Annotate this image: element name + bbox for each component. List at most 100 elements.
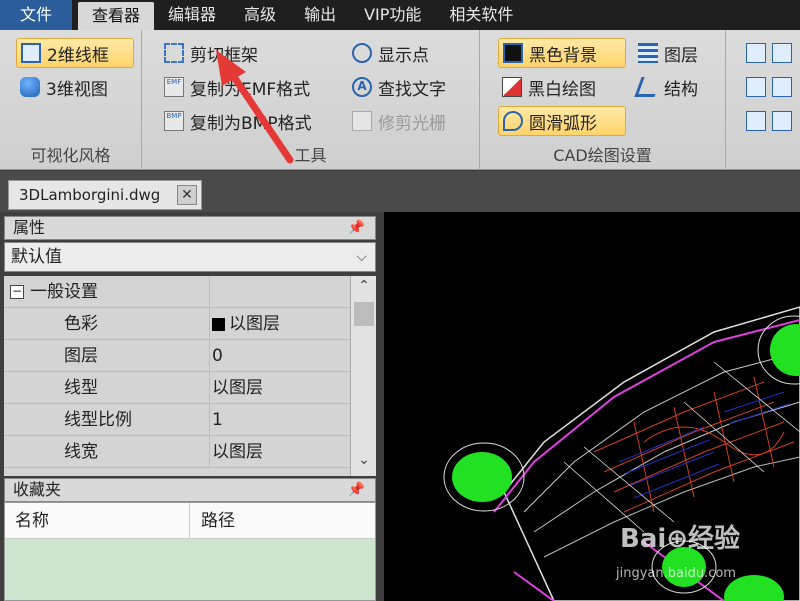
property-scrollbar[interactable]: ⌃ ⌄ bbox=[350, 276, 376, 476]
property-grid: − 一般设置 色彩 以图层 图层 0 线型 以图层 线型比例 1 线宽 以图层 bbox=[4, 276, 350, 476]
structure-label: 结构 bbox=[664, 79, 698, 100]
menu-editor[interactable]: 编辑器 bbox=[154, 0, 230, 30]
property-key: 线型 bbox=[4, 372, 210, 404]
menu-related-software[interactable]: 相关软件 bbox=[435, 0, 527, 30]
favorites-header: 名称 路径 bbox=[5, 503, 375, 539]
document-tab[interactable]: 3DLamborgini.dwg ✕ bbox=[8, 180, 202, 210]
crop-frame-button[interactable]: 剪切框架 bbox=[160, 38, 262, 68]
black-background-button[interactable]: 黑色背景 bbox=[498, 38, 626, 68]
close-icon[interactable]: ✕ bbox=[177, 185, 197, 205]
wireframe-2d-button[interactable]: 2维线框 bbox=[16, 38, 134, 68]
copy-emf-label: 复制为EMF格式 bbox=[190, 79, 311, 100]
menu-vip[interactable]: VIP功能 bbox=[350, 0, 435, 30]
scroll-down-icon[interactable]: ⌄ bbox=[351, 452, 377, 474]
favorites-title-bar: 收藏夹 📌 bbox=[4, 478, 376, 502]
collapse-icon[interactable]: − bbox=[10, 285, 24, 299]
properties-title: 属性 bbox=[13, 218, 46, 237]
find-text-button[interactable]: A 查找文字 bbox=[348, 72, 450, 102]
column-divider bbox=[189, 503, 190, 539]
rotate-icon bbox=[746, 111, 766, 131]
view-3d-label: 3维视图 bbox=[46, 79, 108, 100]
property-key: 图层 bbox=[4, 340, 210, 372]
tool-icon bbox=[746, 77, 766, 97]
group-cad-settings: 黑色背景 黑白绘图 圆滑弧形 图层 结构 CAD绘图设置 bbox=[480, 30, 726, 170]
tool-icon bbox=[772, 43, 792, 63]
section-general-settings[interactable]: − 一般设置 bbox=[4, 276, 350, 308]
raster-icon bbox=[352, 111, 372, 131]
extra-tool-3-button[interactable] bbox=[742, 106, 796, 136]
app-window: 文件 查看器 编辑器 高级 输出 VIP功能 相关软件 2维线框 3维视图 可视… bbox=[0, 0, 800, 601]
box-icon bbox=[21, 43, 41, 63]
favorites-title: 收藏夹 bbox=[13, 480, 62, 499]
bw-icon bbox=[502, 77, 522, 97]
view-3d-button[interactable]: 3维视图 bbox=[16, 72, 112, 102]
scroll-thumb[interactable] bbox=[354, 302, 374, 326]
properties-title-bar: 属性 📌 bbox=[4, 216, 376, 240]
menu-output[interactable]: 输出 bbox=[290, 0, 350, 30]
ribbon: 2维线框 3维视图 可视化风格 剪切框架 EMF 复制为EMF格式 BMP 复制… bbox=[0, 30, 800, 170]
property-row[interactable]: 线宽 以图层 bbox=[4, 436, 350, 468]
show-points-label: 显示点 bbox=[378, 45, 429, 66]
property-key: 色彩 bbox=[4, 308, 210, 340]
document-tab-title: 3DLamborgini.dwg bbox=[19, 186, 161, 204]
layers-button[interactable]: 图层 bbox=[634, 38, 702, 68]
crop-frame-label: 剪切框架 bbox=[190, 45, 258, 66]
black-white-label: 黑白绘图 bbox=[528, 79, 596, 100]
baidu-watermark-url: jingyan.baidu.com bbox=[616, 566, 736, 581]
favorites-col-name[interactable]: 名称 bbox=[15, 503, 49, 539]
show-points-button[interactable]: 显示点 bbox=[348, 38, 433, 68]
black-background-label: 黑色背景 bbox=[529, 45, 597, 66]
structure-icon bbox=[634, 77, 662, 97]
smooth-arc-label: 圆滑弧形 bbox=[529, 113, 597, 134]
pin-icon[interactable]: 📌 bbox=[348, 217, 365, 239]
bmp-icon: BMP bbox=[164, 111, 184, 131]
property-row[interactable]: 图层 0 bbox=[4, 340, 350, 372]
property-row[interactable]: 线型 以图层 bbox=[4, 372, 350, 404]
structure-button[interactable]: 结构 bbox=[634, 72, 702, 102]
emf-icon: EMF bbox=[164, 77, 184, 97]
extra-tool-2-button[interactable] bbox=[742, 72, 796, 102]
copy-emf-button[interactable]: EMF 复制为EMF格式 bbox=[160, 72, 314, 102]
pin-icon[interactable]: 📌 bbox=[348, 479, 365, 501]
favorites-col-path[interactable]: 路径 bbox=[201, 503, 235, 539]
properties-panel: 属性 📌 默认值 ⌵ − 一般设置 色彩 以图层 图层 0 线型 以图层 线型比… bbox=[0, 212, 384, 601]
menu-advanced[interactable]: 高级 bbox=[230, 0, 290, 30]
property-value: 以图层 bbox=[212, 442, 263, 462]
trim-raster-button[interactable]: 修剪光栅 bbox=[348, 106, 450, 136]
extra-tool-1-button[interactable] bbox=[742, 38, 796, 68]
property-row[interactable]: 色彩 以图层 bbox=[4, 308, 350, 340]
cylinder-icon bbox=[20, 77, 40, 97]
trim-raster-label: 修剪光栅 bbox=[378, 113, 446, 134]
property-row[interactable]: 线型比例 1 bbox=[4, 404, 350, 436]
property-value: 以图层 bbox=[212, 378, 263, 398]
favorites-list[interactable]: 名称 路径 bbox=[4, 502, 376, 601]
layers-icon bbox=[638, 43, 658, 63]
tool-icon bbox=[746, 43, 766, 63]
property-value: 以图层 bbox=[229, 314, 280, 334]
group-label-visual-style: 可视化风格 bbox=[30, 146, 111, 165]
copy-bmp-label: 复制为BMP格式 bbox=[190, 113, 312, 134]
group-label-cad-settings: CAD绘图设置 bbox=[553, 146, 652, 165]
find-text-label: 查找文字 bbox=[378, 79, 446, 100]
show-points-icon bbox=[352, 43, 372, 63]
group-overflow bbox=[726, 30, 800, 170]
document-tab-strip: 3DLamborgini.dwg ✕ bbox=[0, 171, 800, 212]
smooth-arc-button[interactable]: 圆滑弧形 bbox=[498, 106, 626, 136]
properties-dropdown[interactable]: 默认值 ⌵ bbox=[4, 242, 376, 272]
property-value: 1 bbox=[212, 410, 223, 430]
group-tools: 剪切框架 EMF 复制为EMF格式 BMP 复制为BMP格式 显示点 A 查找文… bbox=[142, 30, 480, 170]
menu-viewer[interactable]: 查看器 bbox=[78, 2, 155, 30]
arc-icon bbox=[503, 111, 523, 131]
black-white-button[interactable]: 黑白绘图 bbox=[498, 72, 600, 102]
menu-bar: 文件 查看器 编辑器 高级 输出 VIP功能 相关软件 bbox=[0, 0, 800, 30]
chevron-down-icon: ⌵ bbox=[356, 249, 367, 265]
color-swatch bbox=[212, 317, 225, 331]
copy-bmp-button[interactable]: BMP 复制为BMP格式 bbox=[160, 106, 316, 136]
crop-icon bbox=[164, 43, 184, 63]
baidu-watermark: Bai⊕经验 bbox=[620, 524, 741, 554]
find-text-icon: A bbox=[352, 77, 372, 97]
menu-file[interactable]: 文件 bbox=[0, 0, 73, 30]
scroll-up-icon[interactable]: ⌃ bbox=[351, 278, 377, 300]
black-bg-icon bbox=[503, 43, 523, 63]
layers-label: 图层 bbox=[664, 45, 698, 66]
